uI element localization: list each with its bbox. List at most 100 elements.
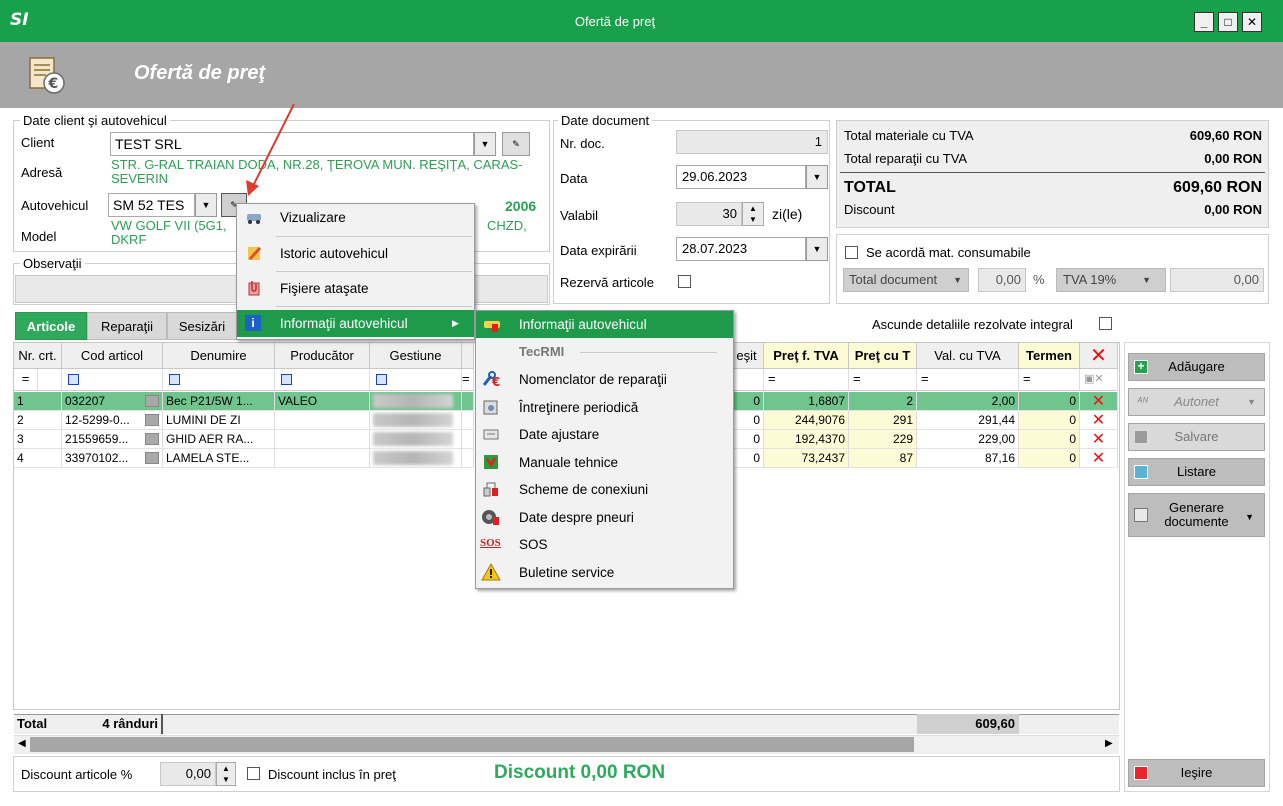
exit-button[interactable]: Ieşire (1128, 759, 1265, 787)
col-header-nr[interactable]: Nr. crt. (14, 343, 62, 369)
filter-nr-value[interactable] (38, 369, 62, 391)
scrollbar-thumb[interactable] (30, 737, 914, 752)
delete-row-icon[interactable]: ✕ (1080, 411, 1118, 430)
table-cell-gestiune[interactable] (370, 430, 462, 449)
table-cell-pc[interactable]: 2 (849, 392, 917, 411)
tab-reparatii[interactable]: Reparaţii (87, 312, 167, 340)
table-cell-nr[interactable]: 4 (14, 449, 62, 468)
exp-field[interactable]: 28.07.2023 (676, 237, 806, 261)
col-header-esit[interactable]: eşit (730, 343, 764, 369)
hide-resolved-checkbox[interactable] (1099, 317, 1112, 330)
table-cell-pf[interactable]: 244,9076 (764, 411, 849, 430)
client-edit-button[interactable]: ✎ (502, 132, 530, 156)
table-cell-pf[interactable]: 1,6807 (764, 392, 849, 411)
table-cell-prod[interactable]: VALEO (275, 392, 370, 411)
exp-dropdown-button[interactable]: ▼ (806, 237, 828, 261)
scroll-left-icon[interactable]: ◀ (18, 738, 26, 749)
discount-spinner[interactable]: ▲ ▼ (216, 762, 236, 786)
table-cell-pc[interactable]: 229 (849, 430, 917, 449)
table-cell-gestiune[interactable] (370, 411, 462, 430)
tab-articole[interactable]: Articole (15, 312, 87, 340)
consumables-amount-field[interactable]: 0,00 (1170, 268, 1264, 292)
table-cell-pc[interactable]: 291 (849, 411, 917, 430)
filter-denumire[interactable] (163, 369, 275, 391)
filter-termen[interactable]: = (1019, 369, 1080, 391)
col-header-cod[interactable]: Cod articol (62, 343, 163, 369)
data-dropdown-button[interactable]: ▼ (806, 165, 828, 189)
close-button[interactable]: ✕ (1242, 12, 1262, 32)
maximize-button[interactable]: □ (1218, 12, 1238, 32)
nr-doc-field[interactable]: 1 (676, 130, 828, 154)
delete-row-icon[interactable]: ✕ (1080, 392, 1118, 411)
minimize-button[interactable]: _ (1194, 12, 1214, 32)
article-image-icon[interactable] (145, 433, 159, 445)
col-header-producator[interactable]: Producător (275, 343, 370, 369)
table-cell-den[interactable]: LAMELA STE... (163, 449, 275, 468)
filter-clear-icon[interactable]: ▣✕ (1080, 369, 1118, 391)
table-cell-val[interactable]: 87,16 (917, 449, 1019, 468)
table-cell-term[interactable]: 0 (1019, 430, 1080, 449)
submenu-item-nomenclator[interactable]: € Nomenclator de reparaţii (476, 366, 733, 393)
table-cell-val[interactable]: 2,00 (917, 392, 1019, 411)
table-cell-pf[interactable]: 192,4370 (764, 430, 849, 449)
submenu-item-buletine[interactable]: Buletine service (476, 559, 733, 586)
delete-row-icon[interactable]: ✕ (1080, 449, 1118, 468)
delete-row-icon[interactable]: ✕ (1080, 430, 1118, 449)
add-button[interactable]: + Adăugare (1128, 353, 1265, 381)
table-cell-den[interactable]: LUMINI DE ZI (163, 411, 275, 430)
table-cell-cod[interactable]: 21559659... (62, 430, 163, 449)
table-cell-gestiune[interactable] (370, 392, 462, 411)
col-header-pret-f-tva[interactable]: Preţ f. TVA (764, 343, 849, 369)
table-cell-val[interactable]: 291,44 (917, 411, 1019, 430)
table-cell-hidden[interactable] (462, 449, 474, 468)
table-cell-hidden[interactable] (462, 392, 474, 411)
discount-inclus-checkbox[interactable] (247, 767, 260, 780)
table-cell-cod[interactable]: 12-5299-0... (62, 411, 163, 430)
submenu-item-intretinere[interactable]: Întreţinere periodică (476, 394, 733, 421)
table-cell-hidden[interactable] (462, 430, 474, 449)
menu-item-fisiere[interactable]: Fişiere ataşate (237, 275, 474, 302)
col-header-denumire[interactable]: Denumire (163, 343, 275, 369)
table-cell-prod[interactable] (275, 449, 370, 468)
table-cell-pc[interactable]: 87 (849, 449, 917, 468)
col-header-pret-cu-tva[interactable]: Preţ cu T (849, 343, 917, 369)
table-cell-prod[interactable] (275, 411, 370, 430)
consumables-checkbox[interactable] (845, 246, 858, 259)
save-button[interactable]: Salvare (1128, 423, 1265, 451)
valabil-spinner[interactable]: ▲ ▼ (742, 202, 764, 226)
table-cell-den[interactable]: Bec P21/5W 1... (163, 392, 275, 411)
article-image-icon[interactable] (145, 395, 159, 407)
submenu-item-sos[interactable]: SOS SOS (476, 531, 733, 558)
filter-cod[interactable] (62, 369, 163, 391)
rezerva-checkbox[interactable] (678, 275, 691, 288)
table-cell-esit[interactable]: 0 (730, 411, 764, 430)
consumables-base-select[interactable]: Total document ▼ (843, 268, 969, 292)
table-cell-hidden[interactable] (462, 411, 474, 430)
filter-hidden[interactable]: = (462, 369, 474, 391)
col-header-termen[interactable]: Termen (1019, 343, 1080, 369)
menu-item-istoric[interactable]: Istoric autovehicul (237, 240, 474, 267)
menu-item-vizualizare[interactable]: Vizualizare (237, 204, 474, 231)
scroll-right-icon[interactable]: ▶ (1105, 738, 1113, 749)
discount-articles-field[interactable]: 0,00 (160, 762, 216, 786)
submenu-item-pneuri[interactable]: Date despre pneuri (476, 504, 733, 531)
filter-pret-cu-tva[interactable]: = (849, 369, 917, 391)
table-cell-den[interactable]: GHID AER RA... (163, 430, 275, 449)
table-cell-val[interactable]: 229,00 (917, 430, 1019, 449)
tab-sesizari[interactable]: Sesizări (167, 312, 237, 340)
vehicle-field[interactable]: SM 52 TES (108, 193, 195, 217)
menu-item-informatii[interactable]: i Informaţii autovehicul ▶ (237, 310, 474, 337)
filter-gestiune[interactable] (370, 369, 462, 391)
submenu-item-scheme[interactable]: Scheme de conexiuni (476, 476, 733, 503)
table-cell-term[interactable]: 0 (1019, 392, 1080, 411)
filter-pret-f-tva[interactable]: = (764, 369, 849, 391)
autonet-button[interactable]: ᴬᴺ Autonet ▼ (1128, 388, 1265, 416)
filter-val-cu-tva[interactable]: = (917, 369, 1019, 391)
article-image-icon[interactable] (145, 452, 159, 464)
table-cell-cod[interactable]: 33970102... (62, 449, 163, 468)
vehicle-dropdown-button[interactable]: ▼ (195, 193, 217, 217)
table-cell-gestiune[interactable] (370, 449, 462, 468)
table-cell-nr[interactable]: 2 (14, 411, 62, 430)
data-field[interactable]: 29.06.2023 (676, 165, 806, 189)
submenu-item-manuale[interactable]: Manuale tehnice (476, 449, 733, 476)
